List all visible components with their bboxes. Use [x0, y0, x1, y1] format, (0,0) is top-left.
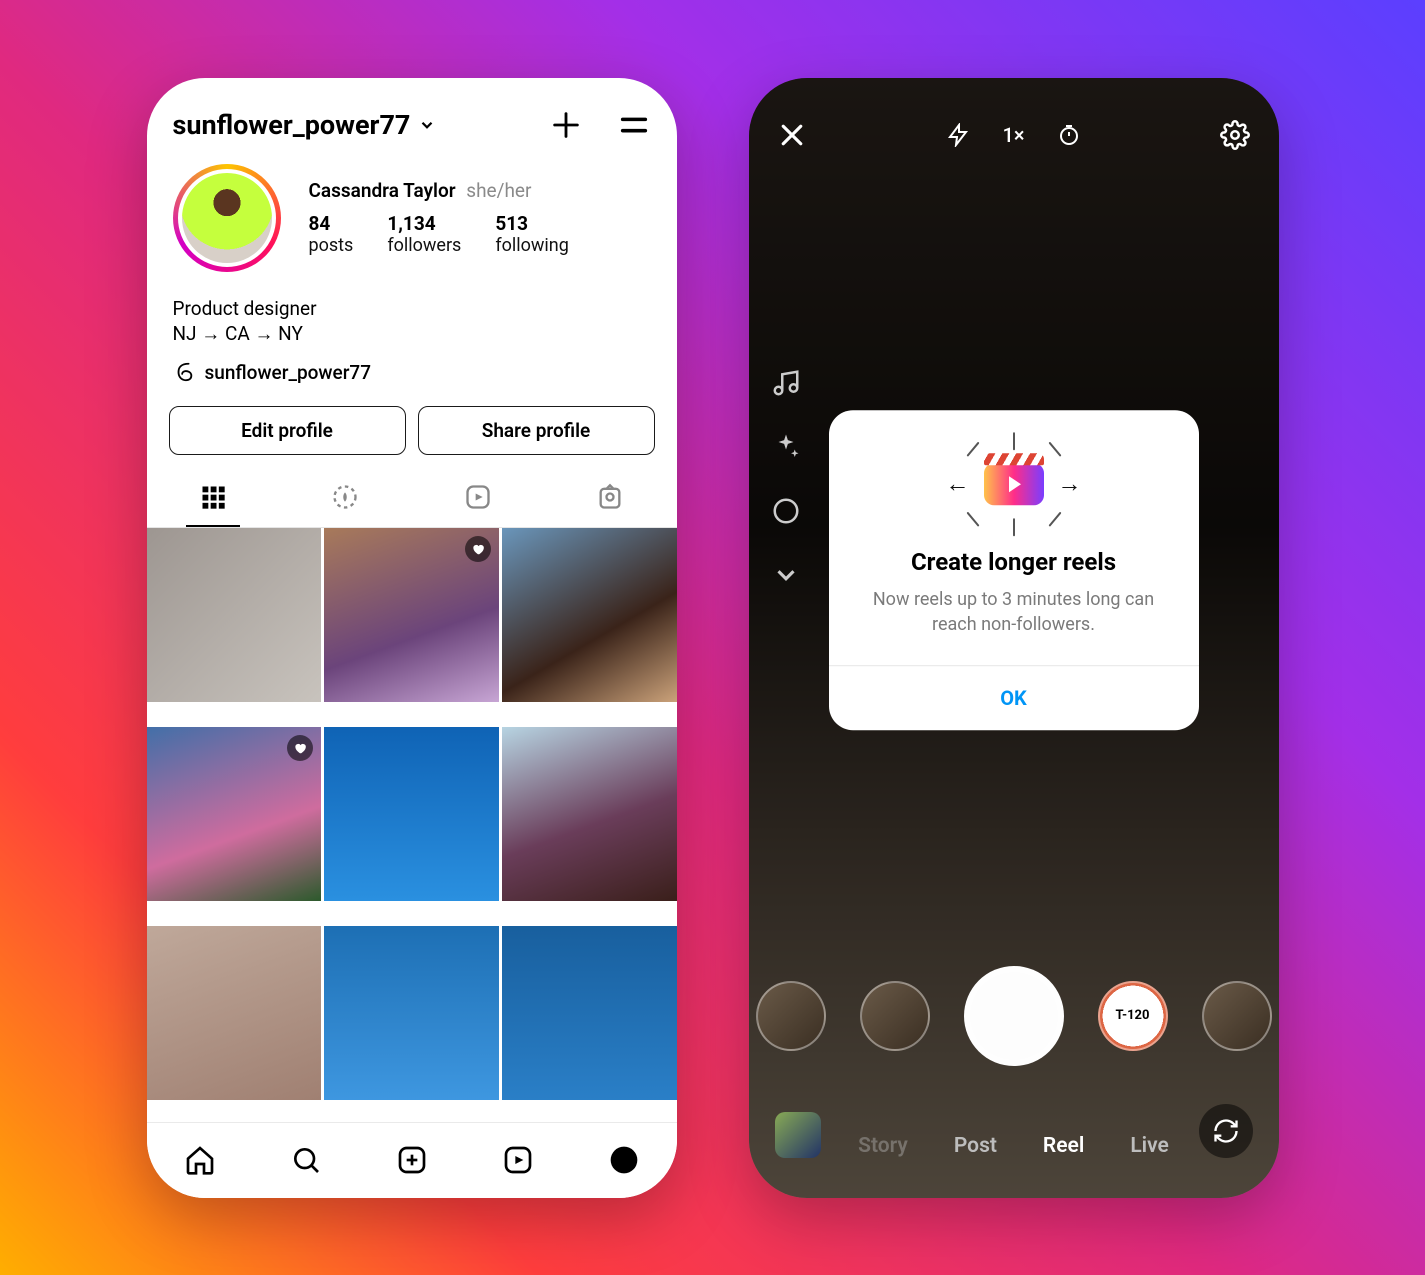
threads-link[interactable]: sunflower_power77	[147, 347, 677, 384]
chevron-down-icon	[418, 116, 436, 134]
post-thumbnail[interactable]	[502, 528, 677, 703]
tab-reels[interactable]	[451, 483, 505, 527]
liked-badge-icon	[465, 536, 491, 562]
post-thumbnail[interactable]	[147, 528, 322, 703]
username-dropdown[interactable]: sunflower_power77	[173, 109, 437, 141]
grid-icon	[199, 483, 227, 511]
switch-camera-icon	[1212, 1117, 1240, 1145]
mode-live[interactable]: Live	[1130, 1134, 1169, 1158]
display-name: Cassandra Taylor	[309, 179, 456, 202]
home-icon[interactable]	[184, 1144, 216, 1176]
timer-icon[interactable]	[1057, 123, 1081, 147]
profile-nav-icon[interactable]	[608, 1144, 640, 1176]
bio: Product designer NJ → CA → NY	[147, 284, 677, 347]
reels-icon	[464, 483, 492, 511]
following-count: 513	[495, 212, 569, 235]
reels-nav-icon[interactable]	[502, 1144, 534, 1176]
dialog-body: Now reels up to 3 minutes long can reach…	[853, 589, 1175, 638]
pronouns: she/her	[466, 179, 531, 202]
post-thumbnail[interactable]	[502, 727, 677, 902]
create-icon[interactable]	[549, 108, 583, 142]
search-icon[interactable]	[290, 1144, 322, 1176]
post-thumbnail[interactable]	[324, 528, 499, 703]
effect-label: T-120	[1116, 1008, 1150, 1023]
camera-phone: 1× T-120 Story Post Reel Live ← → Cre	[749, 78, 1279, 1198]
camera-top-controls: 1×	[946, 123, 1080, 147]
mode-post[interactable]: Post	[954, 1134, 997, 1158]
gallery-button[interactable]	[775, 1112, 821, 1158]
story-ring[interactable]	[173, 164, 281, 272]
arrow-left-icon: ←	[946, 470, 970, 499]
more-tools-chevron-icon[interactable]	[771, 560, 801, 590]
bottom-nav	[147, 1122, 677, 1198]
post-grid	[147, 528, 677, 1122]
dialog-title: Create longer reels	[911, 549, 1116, 577]
close-icon[interactable]	[777, 120, 807, 150]
bio-line-2: NJ → CA → NY	[173, 321, 651, 347]
followers-label: followers	[387, 235, 461, 256]
share-profile-button[interactable]: Share profile	[418, 406, 655, 455]
longer-reels-dialog: ← → Create longer reels Now reels up to …	[829, 411, 1199, 731]
stat-following[interactable]: 513 following	[495, 212, 569, 256]
tab-tagged[interactable]	[583, 483, 637, 527]
arrow-right-icon: →	[1058, 470, 1082, 499]
post-thumbnail[interactable]	[147, 727, 322, 902]
liked-badge-icon	[287, 735, 313, 761]
username-text: sunflower_power77	[173, 109, 411, 141]
posts-label: posts	[309, 235, 354, 256]
threads-handle: sunflower_power77	[205, 361, 372, 384]
new-post-icon[interactable]	[396, 1144, 428, 1176]
dialog-ok-button[interactable]: OK	[829, 665, 1199, 730]
clapperboard-icon	[984, 464, 1044, 506]
camera-topbar: 1×	[749, 78, 1279, 150]
topbar-actions	[549, 108, 651, 142]
bio-line-1: Product designer	[173, 296, 651, 322]
followers-count: 1,134	[387, 212, 461, 235]
profile-meta: Cassandra Taylor she/her 84 posts 1,134 …	[309, 179, 569, 256]
dialog-illustration: ← →	[954, 443, 1074, 527]
tab-grid[interactable]	[186, 483, 240, 527]
post-thumbnail[interactable]	[147, 926, 322, 1101]
camera-left-tools	[771, 368, 801, 590]
post-thumbnail[interactable]	[324, 727, 499, 902]
shutter-button[interactable]	[964, 966, 1064, 1066]
effect-thumbnail[interactable]	[1202, 981, 1272, 1051]
effects-carousel: T-120	[749, 966, 1279, 1066]
effect-thumbnail[interactable]	[756, 981, 826, 1051]
edit-profile-button[interactable]: Edit profile	[169, 406, 406, 455]
flash-icon[interactable]	[946, 123, 970, 147]
mode-story[interactable]: Story	[858, 1134, 908, 1158]
following-label: following	[495, 235, 569, 256]
profile-phone: sunflower_power77 Cassandra Taylor she/h…	[147, 78, 677, 1198]
profile-tabs	[147, 455, 677, 528]
tagged-icon	[596, 483, 624, 511]
effects-sparkle-icon[interactable]	[771, 432, 801, 462]
speed-control[interactable]: 1×	[1002, 123, 1024, 147]
posts-count: 84	[309, 212, 354, 235]
highlights-icon	[331, 483, 359, 511]
settings-gear-icon[interactable]	[1220, 120, 1250, 150]
effect-thumbnail[interactable]	[860, 981, 930, 1051]
tab-highlights[interactable]	[318, 483, 372, 527]
avatar	[178, 169, 276, 267]
length-icon[interactable]	[771, 496, 801, 526]
switch-camera-button[interactable]	[1199, 1104, 1253, 1158]
menu-icon[interactable]	[617, 108, 651, 142]
stats-row: 84 posts 1,134 followers 513 following	[309, 212, 569, 256]
post-thumbnail[interactable]	[502, 926, 677, 1101]
profile-topbar: sunflower_power77	[147, 78, 677, 152]
display-name-line: Cassandra Taylor she/her	[309, 179, 569, 202]
stat-followers[interactable]: 1,134 followers	[387, 212, 461, 256]
effect-thumbnail[interactable]: T-120	[1098, 981, 1168, 1051]
post-thumbnail[interactable]	[324, 926, 499, 1101]
threads-icon	[173, 361, 195, 383]
music-icon[interactable]	[771, 368, 801, 398]
mode-reel[interactable]: Reel	[1043, 1134, 1084, 1158]
stat-posts[interactable]: 84 posts	[309, 212, 354, 256]
profile-header: Cassandra Taylor she/her 84 posts 1,134 …	[147, 152, 677, 284]
profile-buttons: Edit profile Share profile	[147, 384, 677, 455]
